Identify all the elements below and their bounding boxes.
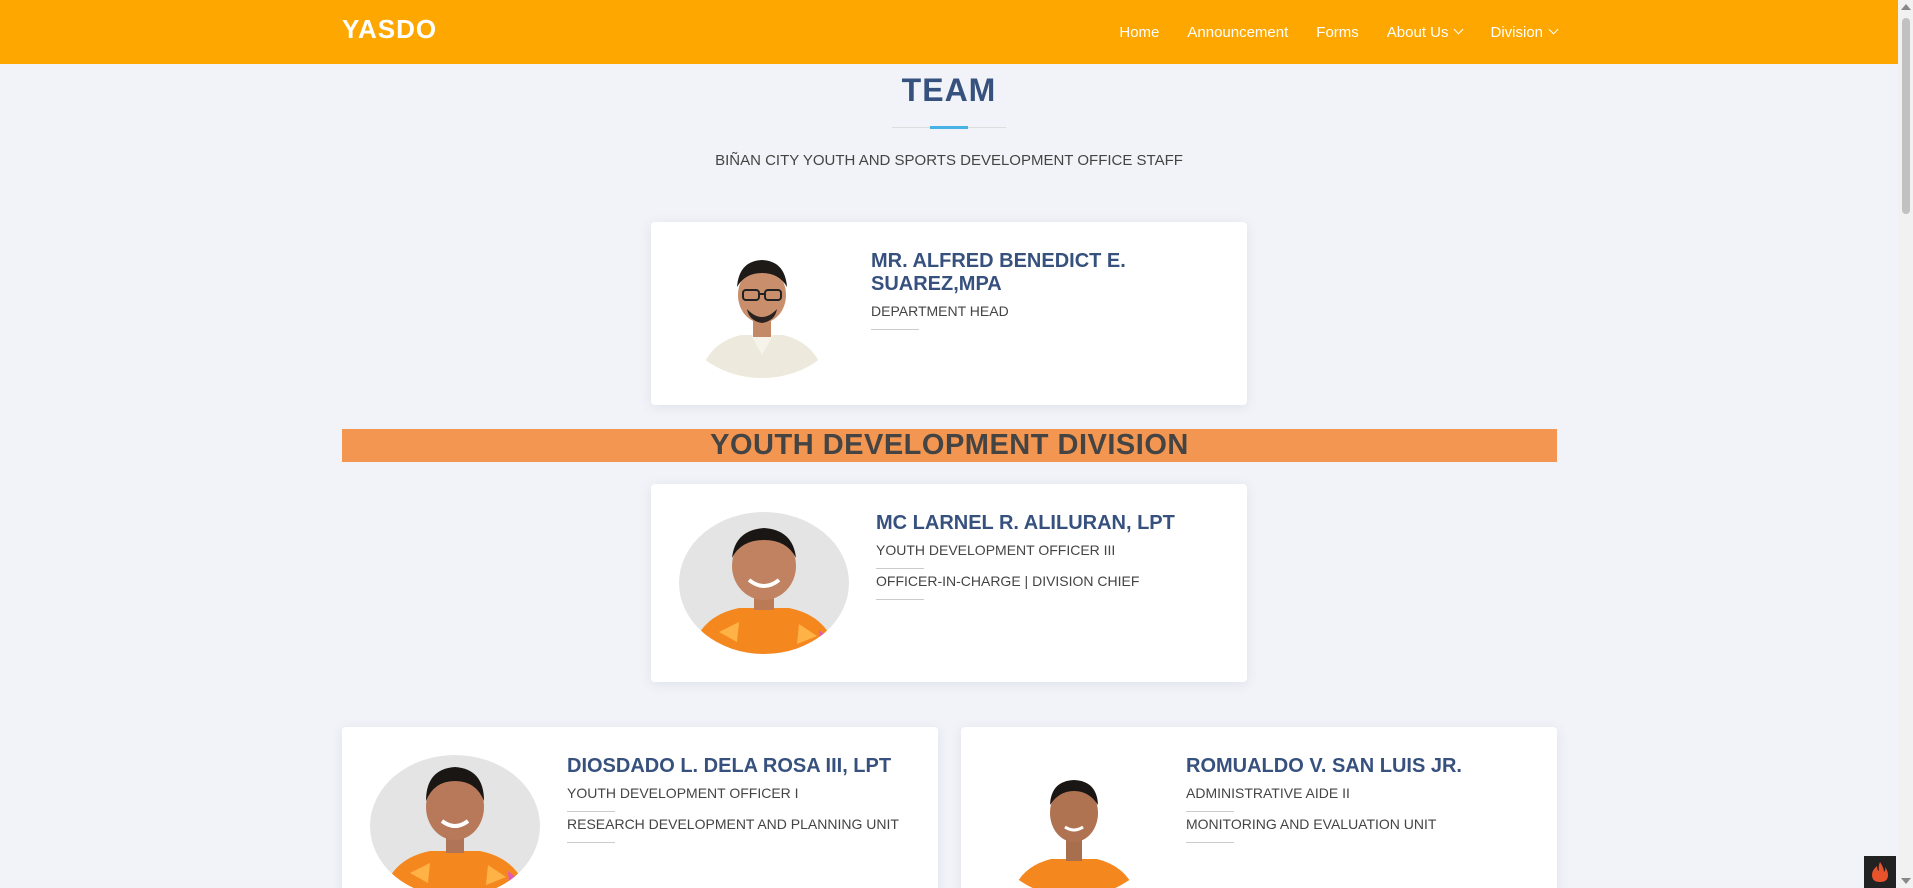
member-unit: MONITORING AND EVALUATION UNIT [1186,816,1437,832]
member-role: DEPARTMENT HEAD [871,303,1009,319]
role-divider [567,811,615,812]
portrait-image [691,528,839,654]
member-name-line2: SUAREZ,MPA [871,273,1002,295]
member-photo [679,512,849,654]
team-card-member: ROMUALDO V. SAN LUIS JR. ADMINISTRATIVE … [961,727,1557,888]
role-divider [876,568,924,569]
member-unit: RESEARCH DEVELOPMENT AND PLANNING UNIT [567,816,899,832]
scroll-down-arrow-icon[interactable] [1901,878,1911,884]
nav-about-us[interactable]: About Us [1386,23,1464,41]
nav-forms[interactable]: Forms [1316,24,1359,41]
member-role: YOUTH DEVELOPMENT OFFICER I [567,785,799,801]
team-card-member: DIOSDADO L. DELA ROSA III, LPT YOUTH DEV… [342,727,938,888]
site-logo[interactable]: YASDO [342,14,437,45]
scroll-up-arrow-icon[interactable] [1901,4,1911,10]
nav-division-label: Division [1490,23,1543,41]
portrait-image [384,767,528,888]
role-divider [871,329,919,330]
nav-forms-label: Forms [1316,23,1359,41]
role-divider [1186,811,1234,812]
chevron-down-icon [1454,24,1464,35]
member-name: MC LARNEL R. ALILURAN, LPT [876,512,1175,534]
member-role: YOUTH DEVELOPMENT OFFICER III [876,542,1116,558]
member-name: DIOSDADO L. DELA ROSA III, LPT [567,755,892,777]
corner-widget-button[interactable] [1864,856,1896,888]
nav-announcement[interactable]: Announcement [1187,24,1288,41]
flame-icon [1872,862,1888,882]
member-name: ROMUALDO V. SAN LUIS JR. [1186,755,1462,777]
role-divider [1186,842,1234,843]
portrait-image [699,260,825,378]
member-photo [370,755,540,888]
member-name: MR. ALFRED BENEDICT E. SUAREZ,MPA [871,250,1126,296]
chevron-down-icon [1548,24,1559,35]
portrait-image [1014,780,1134,888]
team-card-head: MR. ALFRED BENEDICT E. SUAREZ,MPA DEPART… [651,222,1247,405]
section-subtitle: BIÑAN CITY YOUTH AND SPORTS DEVELOPMENT … [715,152,1183,169]
navbar: YASDO Home Announcement Forms About Us D… [0,0,1913,64]
nav-home[interactable]: Home [1119,24,1159,41]
nav-home-label: Home [1119,23,1160,41]
nav-announcement-label: Announcement [1187,23,1289,41]
member-unit: OFFICER-IN-CHARGE | DIVISION CHIEF [876,573,1140,589]
section-title: TEAM [901,72,997,108]
title-divider-accent [930,126,968,129]
nav-about-us-label: About Us [1386,23,1449,41]
member-photo [989,755,1159,888]
nav-division[interactable]: Division [1490,23,1559,41]
role-divider [567,842,615,843]
division-heading: YOUTH DEVELOPMENT DIVISION [342,429,1557,462]
member-photo [679,243,845,378]
main-nav: Home Announcement Forms About Us Divisio… [1119,0,1559,64]
member-name-line1: MR. ALFRED BENEDICT E. [871,250,1126,272]
member-role: ADMINISTRATIVE AIDE II [1186,785,1350,801]
team-card-chief: MC LARNEL R. ALILURAN, LPT YOUTH DEVELOP… [651,484,1247,682]
scrollbar-thumb[interactable] [1902,18,1910,214]
role-divider [876,599,924,600]
